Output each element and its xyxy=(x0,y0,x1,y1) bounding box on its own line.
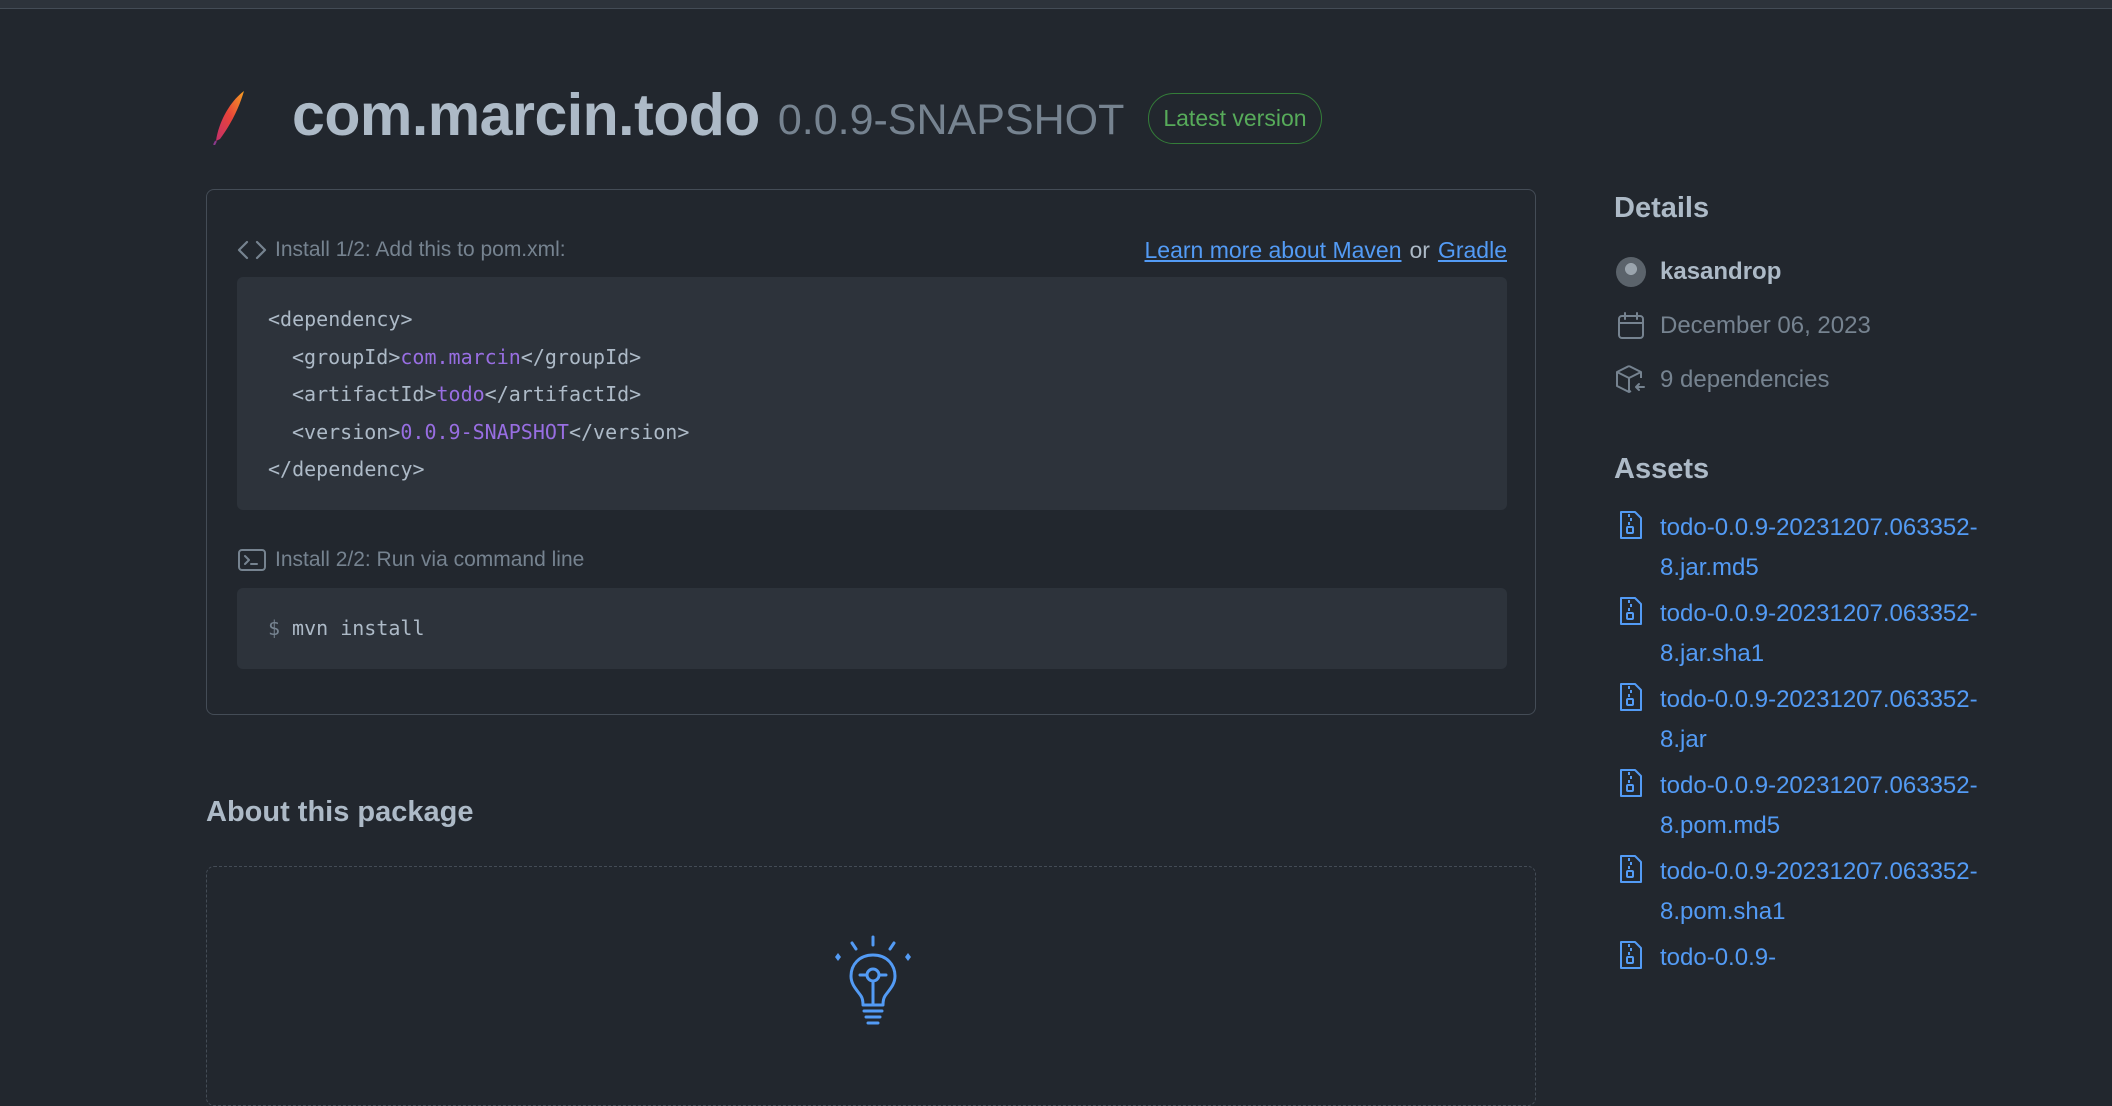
file-zip-icon xyxy=(1614,680,1648,714)
install-step-1-header: Install 1/2: Add this to pom.xml: Learn … xyxy=(237,234,1507,266)
details-heading: Details xyxy=(1614,192,1710,224)
asset-item[interactable]: todo-0.0.9-20231207.063352-8.pom.sha1 xyxy=(1614,852,2014,931)
code-line: </dependency> xyxy=(268,457,425,481)
author-row[interactable]: kasandrop xyxy=(1614,245,2014,299)
latest-version-badge: Latest version xyxy=(1148,92,1322,144)
code-icon xyxy=(237,240,267,260)
code-line: <artifactId>todo</artifactId> xyxy=(292,382,642,406)
avatar-wrapper xyxy=(1614,255,1648,289)
file-zip-icon xyxy=(1614,594,1648,628)
asset-link[interactable]: todo-0.0.9-20231207.063352-8.pom.sha1 xyxy=(1660,852,2000,931)
package-version: 0.0.9-SNAPSHOT xyxy=(777,95,1125,144)
assets-list: todo-0.0.9-20231207.063352-8.jar.md5 todo… xyxy=(1614,508,2014,978)
asset-link[interactable]: todo-0.0.9-20231207.063352-8.jar.sha1 xyxy=(1660,594,2000,673)
file-zip-icon xyxy=(1614,766,1648,800)
calendar-icon-wrapper xyxy=(1614,309,1648,343)
or-text: or xyxy=(1409,236,1430,263)
about-package-heading: About this package xyxy=(206,796,474,828)
package-name: com.marcin.todo xyxy=(292,82,760,148)
dependencies-row: 9 dependencies xyxy=(1614,353,2014,407)
code-line: <version>0.0.9-SNAPSHOT</version> xyxy=(292,419,690,444)
learn-maven-link[interactable]: Learn more about Maven xyxy=(1145,237,1402,264)
asset-item[interactable]: todo-0.0.9-20231207.063352-8.jar xyxy=(1614,680,2014,759)
top-bar xyxy=(0,0,2112,9)
assets-heading: Assets xyxy=(1614,453,1710,485)
install-panel: Install 1/2: Add this to pom.xml: Learn … xyxy=(206,189,1536,715)
lightbulb-icon xyxy=(835,935,911,1025)
file-zip-icon xyxy=(1614,852,1648,886)
about-package-panel xyxy=(206,866,1536,1106)
calendar-icon xyxy=(1618,312,1644,339)
asset-link[interactable]: todo-0.0.9-20231207.063352-8.jar.md5 xyxy=(1660,508,2000,587)
code-line: <groupId>com.marcin</groupId> xyxy=(292,344,642,369)
package-dependencies-icon-wrapper xyxy=(1614,363,1648,397)
asset-item[interactable]: todo-0.0.9-20231207.063352-8.jar.md5 xyxy=(1614,508,2014,587)
command-snippet[interactable]: $ mvn install xyxy=(237,588,1507,669)
date-row: December 06, 2023 xyxy=(1614,299,2014,353)
shell-prompt: $ xyxy=(268,616,281,640)
asset-item[interactable]: todo-0.0.9- xyxy=(1614,938,2014,978)
install-step-2-label: Install 2/2: Run via command line xyxy=(275,548,585,571)
sidebar: Details kasandrop December 06, 2023 9 de… xyxy=(1614,192,2014,985)
publish-date: December 06, 2023 xyxy=(1660,312,1871,339)
install-step-1-label: Install 1/2: Add this to pom.xml: xyxy=(275,238,566,261)
file-zip-icon xyxy=(1614,938,1648,972)
package-dependencies-icon xyxy=(1616,365,1645,393)
pom-xml-snippet[interactable]: <dependency> <groupId>com.marcin</groupI… xyxy=(237,277,1507,510)
package-header: com.marcin.todo 0.0.9-SNAPSHOT Latest ve… xyxy=(206,70,1322,160)
maven-feather-icon xyxy=(213,91,244,145)
author-name[interactable]: kasandrop xyxy=(1660,258,1781,286)
asset-item[interactable]: todo-0.0.9-20231207.063352-8.pom.md5 xyxy=(1614,766,2014,845)
dependencies-count: 9 dependencies xyxy=(1660,366,1830,393)
command-text: mvn install xyxy=(292,616,425,640)
gradle-link[interactable]: Gradle xyxy=(1438,237,1507,264)
asset-item[interactable]: todo-0.0.9-20231207.063352-8.jar.sha1 xyxy=(1614,594,2014,673)
file-zip-icon xyxy=(1614,508,1648,542)
asset-link[interactable]: todo-0.0.9-20231207.063352-8.jar xyxy=(1660,680,2000,759)
terminal-icon xyxy=(238,549,266,571)
asset-link[interactable]: todo-0.0.9- xyxy=(1660,938,2000,978)
code-line: <dependency> xyxy=(268,307,413,331)
asset-link[interactable]: todo-0.0.9-20231207.063352-8.pom.md5 xyxy=(1660,766,2000,845)
avatar xyxy=(1616,257,1646,287)
install-step-2-header: Install 2/2: Run via command line xyxy=(237,544,1507,576)
